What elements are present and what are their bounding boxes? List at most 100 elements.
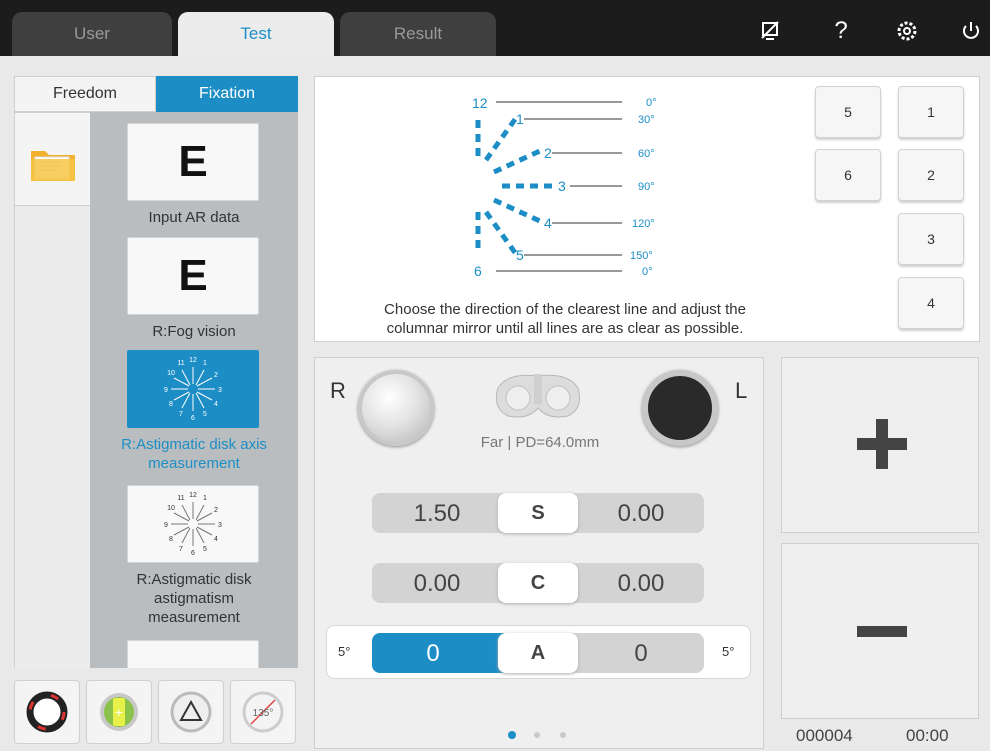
help-icon[interactable]: ? [824,14,858,48]
svg-text:0°: 0° [642,266,653,278]
svg-text:4: 4 [214,401,218,408]
test-label-selected: R:Astigmatic disk axis measurement [121,436,267,472]
svg-text:6: 6 [191,550,195,557]
line-button-5[interactable]: 5 [815,86,881,138]
svg-text:6: 6 [474,263,482,279]
svg-text:12: 12 [189,492,197,499]
mode-freedom[interactable]: Freedom [14,76,156,112]
line-button-4[interactable]: 4 [898,277,964,329]
svg-text:3: 3 [558,178,566,194]
sphere-left-value[interactable]: 0.00 [596,500,686,528]
svg-text:+: + [115,704,123,720]
folder-icon [31,151,75,181]
axis-angle-tool-button[interactable]: 135° [230,680,296,744]
svg-text:4: 4 [214,536,218,543]
axis-button[interactable]: A [498,633,578,673]
signal-off-icon[interactable] [754,14,788,48]
timer: 00:00 [906,726,949,745]
svg-text:1: 1 [516,111,524,127]
instruction-text: Choose the direction of the clearest lin… [384,301,746,337]
page-dot[interactable] [534,732,540,738]
test-list[interactable]: E Input AR data E R:Fog vision 11 12 1 10 2… [90,112,298,668]
svg-text:135°: 135° [253,708,274,719]
test-card-next[interactable]: E [127,640,259,668]
line-button-1[interactable]: 1 [898,86,964,138]
svg-text:2: 2 [214,507,218,514]
test-label: R:Astigmatic disk astigmatism measuremen… [136,571,252,626]
page-dot-active[interactable] [508,731,516,739]
svg-text:5: 5 [516,247,524,263]
pd-text: Far | PD=64.0mm [480,434,600,451]
svg-text:5: 5 [203,546,207,553]
tab-user[interactable]: User [12,12,172,56]
axis-right-value[interactable]: 0 [388,640,478,668]
svg-text:90°: 90° [638,181,655,193]
svg-text:10: 10 [167,505,175,512]
svg-text:7: 7 [179,546,183,553]
battery-tool-button[interactable]: + [86,680,152,744]
svg-text:150°: 150° [630,250,653,262]
power-icon[interactable] [954,14,988,48]
test-card-astigmatic-degree[interactable]: 11 12 1 10 2 9 3 8 4 7 6 5 [127,485,259,563]
svg-text:10: 10 [167,370,175,377]
svg-text:11: 11 [177,360,184,367]
sphere-right-value[interactable]: 1.50 [392,500,482,528]
record-code: 000004 [796,726,853,745]
prism-triangle-icon [170,691,212,733]
plus-lens-icon: + [100,693,138,731]
folder-button[interactable] [14,112,90,206]
letter-e-icon: E [178,251,208,300]
svg-text:6: 6 [191,415,195,422]
mode-fixation[interactable]: Fixation [156,76,298,112]
minus-icon [857,626,907,637]
svg-text:9: 9 [164,387,168,394]
settings-icon[interactable] [890,14,924,48]
axis-left-value[interactable]: 0 [596,640,686,668]
letter-e-icon: E [178,137,208,186]
right-eye-label: R [330,378,346,403]
page-dot[interactable] [560,732,566,738]
test-card-input-ar[interactable]: E [127,123,259,201]
left-eye-lens-occluded[interactable] [642,370,718,446]
svg-text:3: 3 [218,522,222,529]
svg-text:2: 2 [544,145,552,161]
cylinder-right-value[interactable]: 0.00 [392,570,482,598]
phoropter-icon [495,374,581,418]
tab-result[interactable]: Result [340,12,496,56]
plus-button[interactable] [781,357,979,533]
svg-text:9: 9 [164,522,168,529]
cylinder-button[interactable]: C [498,563,578,603]
svg-text:4: 4 [544,215,552,231]
svg-text:120°: 120° [632,218,655,230]
line-button-6[interactable]: 6 [815,149,881,201]
test-label: R:Fog vision [152,323,236,340]
axis-step-right[interactable]: 5° [722,644,734,659]
astigmatism-fan-chart: 12 1 2 3 4 5 6 0° 30° 60° 90° 120° 150° … [472,95,657,279]
top-bar: User Test Result ? [0,0,990,56]
svg-text:7: 7 [179,411,183,418]
sphere-button[interactable]: S [498,493,578,533]
tab-test[interactable]: Test [178,12,334,56]
astigmatic-dial-icon: 11 12 1 10 2 9 3 8 4 7 6 5 [164,492,222,557]
test-card-astigmatic-axis[interactable]: 11 12 1 10 2 9 3 8 4 7 6 5 [127,350,259,428]
axis-dial-icon: 135° [242,691,284,733]
svg-text:30°: 30° [638,114,655,126]
prism-tool-button[interactable] [158,680,224,744]
right-eye-lens[interactable] [358,370,434,446]
svg-text:5: 5 [203,411,207,418]
svg-text:12: 12 [472,95,488,111]
svg-text:60°: 60° [638,148,655,160]
svg-text:1: 1 [203,495,207,502]
minus-button[interactable] [781,543,979,719]
svg-text:0°: 0° [646,97,657,109]
line-button-3[interactable]: 3 [898,213,964,265]
line-button-2[interactable]: 2 [898,149,964,201]
occluder-tool-button[interactable] [14,680,80,744]
cylinder-left-value[interactable]: 0.00 [596,570,686,598]
left-gutter [14,206,90,668]
svg-text:8: 8 [169,536,173,543]
svg-text:2: 2 [214,372,218,379]
test-card-fog-vision[interactable]: E [127,237,259,315]
svg-text:11: 11 [177,495,184,502]
axis-step-left[interactable]: 5° [338,644,350,659]
